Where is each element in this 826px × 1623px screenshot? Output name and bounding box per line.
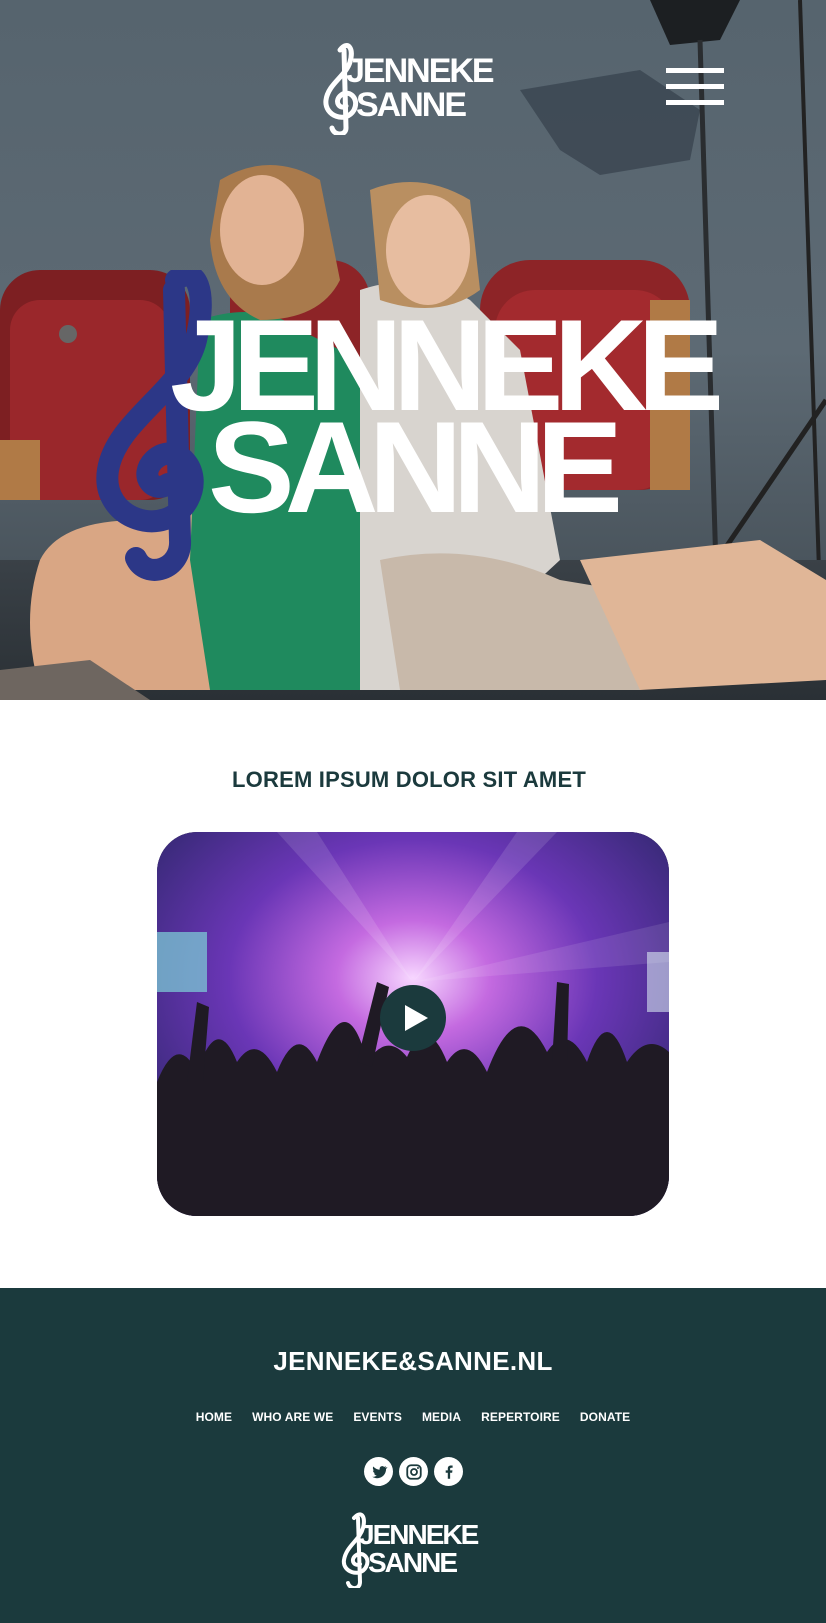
footer-link-home[interactable]: HOME: [196, 1410, 232, 1424]
hamburger-icon-bar: [666, 100, 724, 105]
hero-logo-line2: SANNE: [208, 394, 618, 540]
hero-section: JENNEKE SANNE JENNEKE SANNE: [0, 0, 826, 700]
video-player[interactable]: [157, 832, 669, 1216]
twitter-icon[interactable]: [364, 1457, 393, 1486]
instagram-icon[interactable]: [399, 1457, 428, 1486]
footer-link-who-are-we[interactable]: WHO ARE WE: [252, 1410, 333, 1424]
page-heading: LOREM IPSUM DOLOR SIT AMET: [232, 766, 586, 792]
footer: JENNEKE&SANNE.NL HOME WHO ARE WE EVENTS …: [0, 1288, 826, 1623]
footer-link-donate[interactable]: DONATE: [580, 1410, 630, 1424]
play-icon: [405, 1005, 428, 1031]
footer-nav: HOME WHO ARE WE EVENTS MEDIA REPERTOIRE …: [0, 1410, 826, 1424]
facebook-icon[interactable]: [434, 1457, 463, 1486]
footer-link-media[interactable]: MEDIA: [422, 1410, 461, 1424]
hamburger-icon: [666, 68, 724, 73]
header-logo-line2: SANNE: [356, 86, 466, 124]
footer-logo-line2: SANNE: [368, 1547, 457, 1578]
hero-logo: JENNEKE SANNE: [96, 270, 729, 581]
hamburger-icon-bar: [666, 84, 724, 89]
footer-domain: JENNEKE&SANNE.NL: [273, 1346, 553, 1376]
play-button[interactable]: [380, 985, 446, 1051]
footer-link-repertoire[interactable]: REPERTOIRE: [481, 1410, 560, 1424]
header-logo-line1: JENNEKE: [346, 52, 494, 90]
menu-button[interactable]: [666, 68, 724, 106]
header-logo[interactable]: JENNEKE SANNE: [318, 40, 508, 135]
footer-logo-line1: JENNEKE: [359, 1519, 479, 1550]
social-links: [364, 1457, 484, 1487]
footer-logo[interactable]: JENNEKE SANNE: [338, 1510, 488, 1588]
footer-link-events[interactable]: EVENTS: [353, 1410, 402, 1424]
